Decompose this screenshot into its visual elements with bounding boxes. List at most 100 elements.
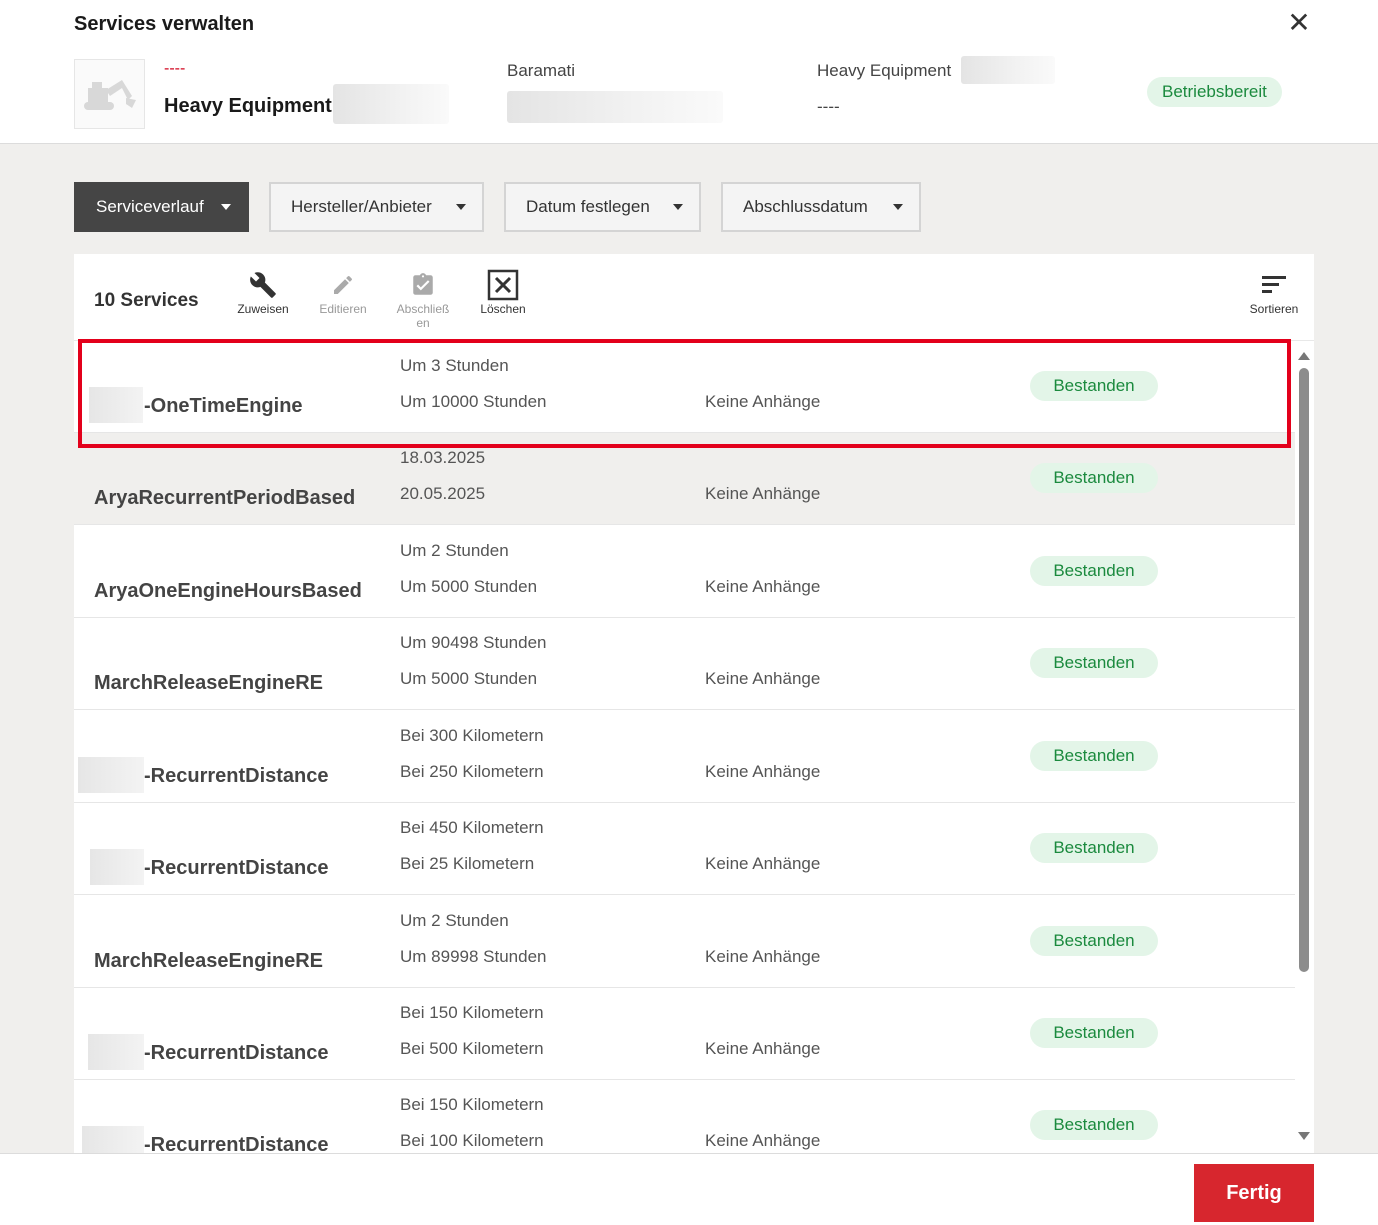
scrollbar-thumb[interactable] — [1299, 368, 1309, 972]
service-due-second: 20.05.2025 — [400, 484, 486, 503]
service-attachments: Keine Anhänge — [705, 1131, 821, 1150]
services-panel: 10 Services Zuweisen Editieren Abschließ… — [74, 254, 1314, 1154]
service-name: -RecurrentDistance — [144, 1042, 329, 1064]
filter-manufacturer[interactable]: Hersteller/Anbieter — [269, 182, 484, 232]
service-attachments: Keine Anhänge — [705, 947, 821, 966]
service-row[interactable]: -RecurrentDistance Bei 300 Kilometern Be… — [74, 711, 1295, 803]
service-due-first: Bei 450 Kilometern — [400, 818, 544, 837]
caret-down-icon — [456, 204, 466, 210]
service-row[interactable]: -RecurrentDistance Bei 450 Kilometern Be… — [74, 803, 1295, 895]
service-name: AryaRecurrentPeriodBased — [94, 487, 356, 509]
redacted-block — [90, 849, 144, 885]
status-badge: Bestanden — [1030, 1110, 1158, 1140]
asset-status-badge: Betriebsbereit — [1147, 77, 1282, 107]
service-row[interactable]: MarchReleaseEngineRE Um 2 Stunden Um 899… — [74, 896, 1295, 988]
service-name: -OneTimeEngine — [144, 395, 303, 417]
redacted-block — [507, 91, 723, 123]
sort-label: Sortieren — [1249, 302, 1299, 316]
asset-category-value: ---- — [817, 97, 840, 116]
asset-thumbnail — [74, 59, 145, 129]
status-badge: Bestanden — [1030, 833, 1158, 863]
service-due-second: Um 89998 Stunden — [400, 947, 547, 966]
wrench-icon — [250, 272, 276, 298]
service-row[interactable]: -RecurrentDistance Bei 150 Kilometern Be… — [74, 1080, 1295, 1154]
redacted-block — [88, 1034, 144, 1070]
dialog-footer: Fertig — [0, 1153, 1378, 1225]
services-count: 10 Services — [94, 290, 199, 311]
excavator-icon — [83, 80, 136, 110]
service-row[interactable]: AryaOneEngineHoursBased Um 2 Stunden Um … — [74, 526, 1295, 618]
service-row[interactable]: MarchReleaseEngineRE Um 90498 Stunden Um… — [74, 618, 1295, 710]
status-badge: Bestanden — [1030, 556, 1158, 586]
status-badge: Bestanden — [1030, 463, 1158, 493]
services-toolbar: 10 Services Zuweisen Editieren Abschließ… — [74, 254, 1314, 341]
pencil-icon — [334, 275, 353, 294]
close-icon[interactable]: ✕ — [1286, 9, 1312, 37]
delete-button[interactable]: Löschen — [467, 268, 539, 316]
sort-icon — [1262, 276, 1286, 293]
redacted-block — [961, 56, 1055, 84]
caret-down-icon — [673, 204, 683, 210]
service-attachments: Keine Anhänge — [705, 577, 821, 596]
assign-label: Zuweisen — [237, 302, 289, 316]
service-name: MarchReleaseEngineRE — [94, 950, 323, 972]
assign-button[interactable]: Zuweisen — [227, 268, 299, 316]
sort-button[interactable]: Sortieren — [1238, 268, 1310, 316]
status-badge: Bestanden — [1030, 926, 1158, 956]
service-row[interactable]: -OneTimeEngine Um 3 Stunden Um 10000 Stu… — [74, 341, 1295, 433]
service-due-second: Um 5000 Stunden — [400, 669, 538, 688]
service-due-second: Bei 100 Kilometern — [400, 1131, 544, 1150]
filter-label: Datum festlegen — [526, 197, 650, 216]
dialog-title: Services verwalten — [74, 13, 255, 35]
redacted-block — [78, 757, 144, 793]
service-attachments: Keine Anhänge — [705, 392, 821, 411]
filter-label: Abschlussdatum — [743, 197, 868, 216]
dialog-header: Services verwalten ✕ ---- Heavy Equipmen… — [0, 0, 1378, 144]
filter-completion-date[interactable]: Abschlussdatum — [721, 182, 921, 232]
filter-set-date[interactable]: Datum festlegen — [504, 182, 701, 232]
asset-id: ---- — [164, 60, 186, 77]
status-badge: Bestanden — [1030, 371, 1158, 401]
edit-button[interactable]: Editieren — [307, 268, 379, 316]
service-name: AryaOneEngineHoursBased — [94, 580, 362, 602]
edit-label: Editieren — [319, 302, 367, 316]
scroll-down-arrow-icon[interactable] — [1298, 1132, 1310, 1140]
service-due-first: Um 3 Stunden — [400, 356, 509, 375]
service-attachments: Keine Anhänge — [705, 762, 821, 781]
service-row[interactable]: -RecurrentDistance Bei 150 Kilometern Be… — [74, 988, 1295, 1080]
service-attachments: Keine Anhänge — [705, 669, 821, 688]
asset-name: Heavy Equipment — [164, 95, 332, 117]
service-due-second: Um 5000 Stunden — [400, 577, 538, 596]
caret-down-icon — [221, 204, 231, 210]
status-badge: Bestanden — [1030, 741, 1158, 771]
status-badge: Bestanden — [1030, 1018, 1158, 1048]
filter-label: Hersteller/Anbieter — [291, 197, 432, 216]
delete-box-icon — [487, 269, 519, 301]
service-due-first: Bei 150 Kilometern — [400, 1095, 544, 1114]
service-due-first: Bei 300 Kilometern — [400, 726, 544, 745]
service-due-first: Um 2 Stunden — [400, 911, 509, 930]
service-name: MarchReleaseEngineRE — [94, 672, 323, 694]
service-due-second: Bei 250 Kilometern — [400, 762, 544, 781]
clipboard-check-icon — [413, 273, 433, 295]
services-scrollbar[interactable] — [1296, 347, 1312, 1147]
service-attachments: Keine Anhänge — [705, 854, 821, 873]
service-due-first: Bei 150 Kilometern — [400, 1003, 544, 1022]
service-due-first: Um 2 Stunden — [400, 541, 509, 560]
service-due-second: Bei 500 Kilometern — [400, 1039, 544, 1058]
complete-button[interactable]: Abschließ en — [387, 268, 459, 330]
status-badge: Bestanden — [1030, 648, 1158, 678]
filter-service-history[interactable]: Serviceverlauf — [74, 182, 249, 232]
delete-label: Löschen — [480, 302, 526, 316]
service-name: -RecurrentDistance — [144, 765, 329, 787]
complete-label: Abschließ en — [396, 302, 450, 330]
scroll-up-arrow-icon[interactable] — [1298, 352, 1310, 360]
done-button[interactable]: Fertig — [1194, 1164, 1314, 1222]
service-row[interactable]: AryaRecurrentPeriodBased 18.03.2025 20.0… — [74, 433, 1295, 525]
service-attachments: Keine Anhänge — [705, 484, 821, 503]
asset-category: Heavy Equipment — [817, 61, 952, 80]
service-name: -RecurrentDistance — [144, 857, 329, 879]
service-due-first: Um 90498 Stunden — [400, 633, 547, 652]
caret-down-icon — [893, 204, 903, 210]
service-due-first: 18.03.2025 — [400, 448, 486, 467]
